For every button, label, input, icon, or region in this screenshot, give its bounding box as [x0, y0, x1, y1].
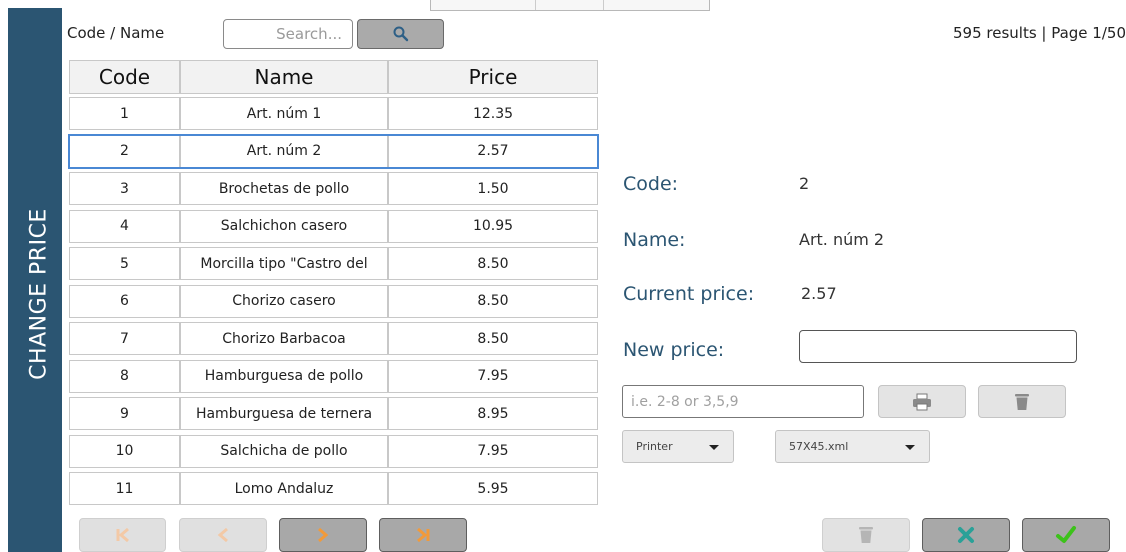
printer-select[interactable]: Printer	[622, 430, 734, 463]
column-header-name[interactable]: Name	[180, 60, 388, 94]
chevron-down-icon	[905, 445, 915, 450]
cell-name[interactable]: Chorizo Barbacoa	[180, 322, 388, 355]
code-label: Code:	[623, 173, 679, 195]
cell-price[interactable]: 12.35	[388, 97, 598, 130]
name-label: Name:	[623, 229, 686, 251]
sidebar: CHANGE PRICE	[8, 8, 62, 552]
cell-price[interactable]: 8.50	[388, 247, 598, 280]
cancel-button[interactable]	[922, 518, 1010, 552]
delete-button[interactable]	[822, 518, 910, 552]
trash-icon	[859, 527, 873, 543]
cell-name[interactable]: Salchicha de pollo	[180, 434, 388, 468]
cell-price[interactable]: 7.95	[388, 434, 598, 468]
current-price-label: Current price:	[623, 283, 755, 305]
chevron-left-icon	[217, 527, 228, 543]
cell-name[interactable]: Morcilla tipo "Castro del	[180, 247, 388, 280]
page-title: CHANGE PRICE	[26, 208, 52, 380]
last-page-button[interactable]	[379, 518, 467, 552]
checkmark-icon	[1056, 526, 1076, 543]
name-value: Art. núm 2	[799, 230, 885, 249]
cell-name[interactable]: Lomo Andaluz	[180, 472, 388, 505]
column-header-price[interactable]: Price	[388, 60, 598, 94]
first-page-button[interactable]	[79, 518, 166, 552]
search-icon	[393, 26, 408, 42]
cell-code[interactable]: 1	[69, 97, 180, 130]
cell-code[interactable]: 5	[69, 247, 180, 280]
previous-page-button[interactable]	[179, 518, 267, 552]
top-tab-divider	[603, 0, 604, 10]
cell-price[interactable]: 8.95	[388, 397, 598, 430]
printer-select-value: Printer	[636, 440, 673, 453]
first-page-icon	[116, 527, 129, 543]
cell-name[interactable]: Art. núm 1	[180, 97, 388, 130]
cell-price[interactable]: 5.95	[388, 472, 598, 505]
clear-range-button[interactable]	[978, 385, 1066, 418]
current-price-value: 2.57	[801, 284, 837, 303]
cell-code[interactable]: 4	[69, 209, 180, 243]
selected-row-highlight	[68, 133, 599, 169]
printer-icon	[913, 393, 931, 410]
cell-price[interactable]: 8.50	[388, 284, 598, 318]
cell-price[interactable]: 1.50	[388, 172, 598, 205]
top-tab-strip	[430, 0, 710, 11]
results-count: 595 results | Page 1/50	[952, 24, 1126, 42]
cell-code[interactable]: 11	[69, 472, 180, 505]
new-price-input[interactable]	[799, 330, 1077, 363]
code-value: 2	[799, 174, 810, 193]
chevron-right-icon	[318, 527, 329, 543]
top-tab-divider	[535, 0, 536, 10]
cell-price[interactable]: 8.50	[388, 322, 598, 355]
new-price-label: New price:	[623, 339, 725, 361]
cell-code[interactable]: 10	[69, 434, 180, 468]
cell-price[interactable]: 10.95	[388, 209, 598, 243]
label-template-value: 57X45.xml	[789, 440, 849, 453]
next-page-button[interactable]	[279, 518, 367, 552]
search-input[interactable]	[223, 19, 353, 49]
last-page-icon	[417, 527, 430, 543]
column-header-code[interactable]: Code	[69, 60, 180, 94]
cell-code[interactable]: 9	[69, 397, 180, 430]
trash-icon	[1015, 393, 1029, 410]
cell-name[interactable]: Chorizo casero	[180, 284, 388, 318]
print-button[interactable]	[878, 385, 966, 418]
cell-name[interactable]: Hamburguesa de pollo	[180, 359, 388, 393]
cell-code[interactable]: 8	[69, 359, 180, 393]
cell-code[interactable]: 3	[69, 172, 180, 205]
label-template-select[interactable]: 57X45.xml	[775, 430, 930, 463]
cell-name[interactable]: Salchichon casero	[180, 209, 388, 243]
close-icon	[958, 527, 974, 543]
confirm-button[interactable]	[1022, 518, 1110, 552]
cell-name[interactable]: Brochetas de pollo	[180, 172, 388, 205]
search-button[interactable]	[357, 19, 444, 49]
chevron-down-icon	[709, 445, 719, 450]
cell-code[interactable]: 7	[69, 322, 180, 355]
cell-name[interactable]: Hamburguesa de ternera	[180, 397, 388, 430]
search-label: Code / Name	[67, 24, 165, 42]
cell-price[interactable]: 7.95	[388, 359, 598, 393]
cell-code[interactable]: 6	[69, 284, 180, 318]
print-range-input[interactable]	[622, 385, 864, 418]
